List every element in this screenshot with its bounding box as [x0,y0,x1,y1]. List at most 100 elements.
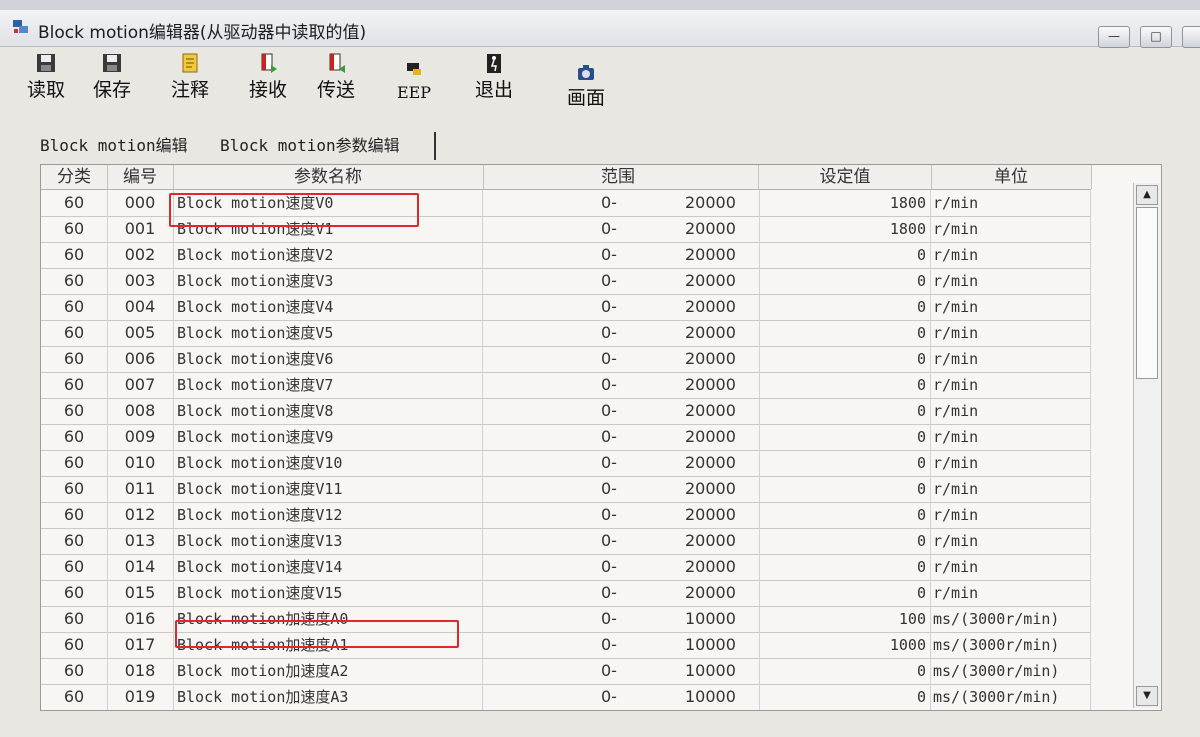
cell-unit: ms/(3000r/min) [931,606,1091,632]
note-icon [182,53,198,73]
cell-set-value[interactable]: 0 [759,268,931,294]
tab-bar: Block motion编辑 Block motion参数编辑 [30,132,450,162]
scroll-down-button[interactable]: ▼ [1136,686,1158,706]
scroll-up-button[interactable]: ▲ [1136,185,1158,205]
range-max: 20000 [685,531,736,550]
close-button[interactable] [1182,26,1200,48]
header-value[interactable]: 设定值 [759,165,932,189]
range-max: 20000 [685,271,736,290]
table-row[interactable]: 60 007 Block motion速度V7 0- 20000 0 r/min [41,372,1091,399]
table-row[interactable]: 60 018 Block motion加速度A2 0- 10000 0 ms/(3000r/… [41,658,1091,685]
cell-number: 014 [107,554,174,580]
header-range[interactable]: 范围 [483,165,759,189]
cell-range: 0- 20000 [483,398,760,424]
minimize-button[interactable]: — [1098,26,1130,48]
table-row[interactable]: 60 008 Block motion速度V8 0- 20000 0 r/min [41,398,1091,425]
cell-param-name: Block motion速度V3 [173,268,483,294]
range-max: 20000 [685,375,736,394]
table-row[interactable]: 60 013 Block motion速度V13 0- 20000 0 r/min [41,528,1091,555]
cell-number: 005 [107,320,174,346]
cell-number: 004 [107,294,174,320]
tab-block-motion-edit[interactable]: Block motion编辑 [40,132,188,156]
cell-set-value[interactable]: 0 [759,398,931,424]
cell-set-value[interactable]: 0 [759,554,931,580]
table-row[interactable]: 60 004 Block motion速度V4 0- 20000 0 r/min [41,294,1091,321]
cell-set-value[interactable]: 0 [759,294,931,320]
receive-button[interactable]: 接收 [240,51,296,102]
eep-icon [407,63,421,75]
highlight-box-v0 [169,193,419,227]
cell-set-value[interactable]: 0 [759,346,931,372]
range-min: 0- [601,427,617,446]
receive-label: 接收 [248,79,287,101]
tab-block-motion-param-edit[interactable]: Block motion参数编辑 [220,132,400,156]
screen-button[interactable]: 画面 [558,63,614,110]
cell-set-value[interactable]: 0 [759,320,931,346]
cell-range: 0- 20000 [483,372,760,398]
cell-set-value[interactable]: 0 [759,450,931,476]
range-min: 0- [601,375,617,394]
save-button[interactable]: 保存 [84,51,140,102]
cell-unit: ms/(3000r/min) [931,658,1091,684]
scrollbar-thumb[interactable] [1136,207,1158,379]
table-row[interactable]: 60 014 Block motion速度V14 0- 20000 0 r/min [41,554,1091,581]
maximize-button[interactable]: □ [1140,26,1172,48]
cell-unit: r/min [931,528,1091,554]
range-min: 0- [601,245,617,264]
exit-door-icon [487,54,501,73]
cell-range: 0- 10000 [483,658,760,684]
cell-set-value[interactable]: 0 [759,658,931,684]
table-row[interactable]: 60 015 Block motion速度V15 0- 20000 0 r/min [41,580,1091,607]
cell-set-value[interactable]: 0 [759,424,931,450]
send-button[interactable]: 传送 [308,51,364,102]
cell-unit: r/min [931,242,1091,268]
cell-set-value[interactable]: 1000 [759,632,931,658]
highlight-box-a0 [175,620,459,648]
toolbar: 读取 保存 注释 接收 传送 EEP 退出 画面 [0,47,1200,117]
eep-button[interactable]: EEP [386,59,442,102]
table-row[interactable]: 60 010 Block motion速度V10 0- 20000 0 r/min [41,450,1091,477]
header-unit[interactable]: 单位 [931,165,1092,189]
table-row[interactable]: 60 011 Block motion速度V11 0- 20000 0 r/min [41,476,1091,503]
table-row[interactable]: 60 019 Block motion加速度A3 0- 10000 0 ms/(3000r/… [41,684,1091,710]
comment-button[interactable]: 注释 [162,51,218,102]
cell-number: 001 [107,216,174,242]
header-number[interactable]: 编号 [107,165,174,189]
header-name[interactable]: 参数名称 [173,165,484,189]
table-row[interactable]: 60 006 Block motion速度V6 0- 20000 0 r/min [41,346,1091,373]
read-button[interactable]: 读取 [18,51,74,102]
cell-category: 60 [41,294,108,320]
cell-set-value[interactable]: 0 [759,580,931,606]
header-category[interactable]: 分类 [41,165,108,189]
table-row[interactable]: 60 003 Block motion速度V3 0- 20000 0 r/min [41,268,1091,295]
cell-set-value[interactable]: 0 [759,502,931,528]
cell-param-name: Block motion速度V4 [173,294,483,320]
vertical-scrollbar[interactable]: ▲ ▼ [1133,183,1160,708]
cell-range: 0- 10000 [483,684,760,710]
cell-set-value[interactable]: 0 [759,242,931,268]
table-row[interactable]: 60 002 Block motion速度V2 0- 20000 0 r/min [41,242,1091,269]
cell-set-value[interactable]: 0 [759,372,931,398]
table-row[interactable]: 60 012 Block motion速度V12 0- 20000 0 r/min [41,502,1091,529]
cell-category: 60 [41,528,108,554]
cell-set-value[interactable]: 0 [759,684,931,710]
cell-number: 010 [107,450,174,476]
range-max: 20000 [685,557,736,576]
table-row[interactable]: 60 005 Block motion速度V5 0- 20000 0 r/min [41,320,1091,347]
cell-category: 60 [41,580,108,606]
cell-set-value[interactable]: 0 [759,476,931,502]
app-icon [13,20,28,33]
receive-icon [261,53,277,73]
cell-set-value[interactable]: 100 [759,606,931,632]
tab-divider [434,132,436,160]
cell-set-value[interactable]: 1800 [759,216,931,242]
exit-button[interactable]: 退出 [466,51,522,102]
cell-unit: r/min [931,268,1091,294]
cell-set-value[interactable]: 0 [759,528,931,554]
cell-category: 60 [41,190,108,216]
range-min: 0- [601,583,617,602]
cell-set-value[interactable]: 1800 [759,190,931,216]
table-row[interactable]: 60 009 Block motion速度V9 0- 20000 0 r/min [41,424,1091,451]
cell-unit: r/min [931,398,1091,424]
cell-number: 006 [107,346,174,372]
